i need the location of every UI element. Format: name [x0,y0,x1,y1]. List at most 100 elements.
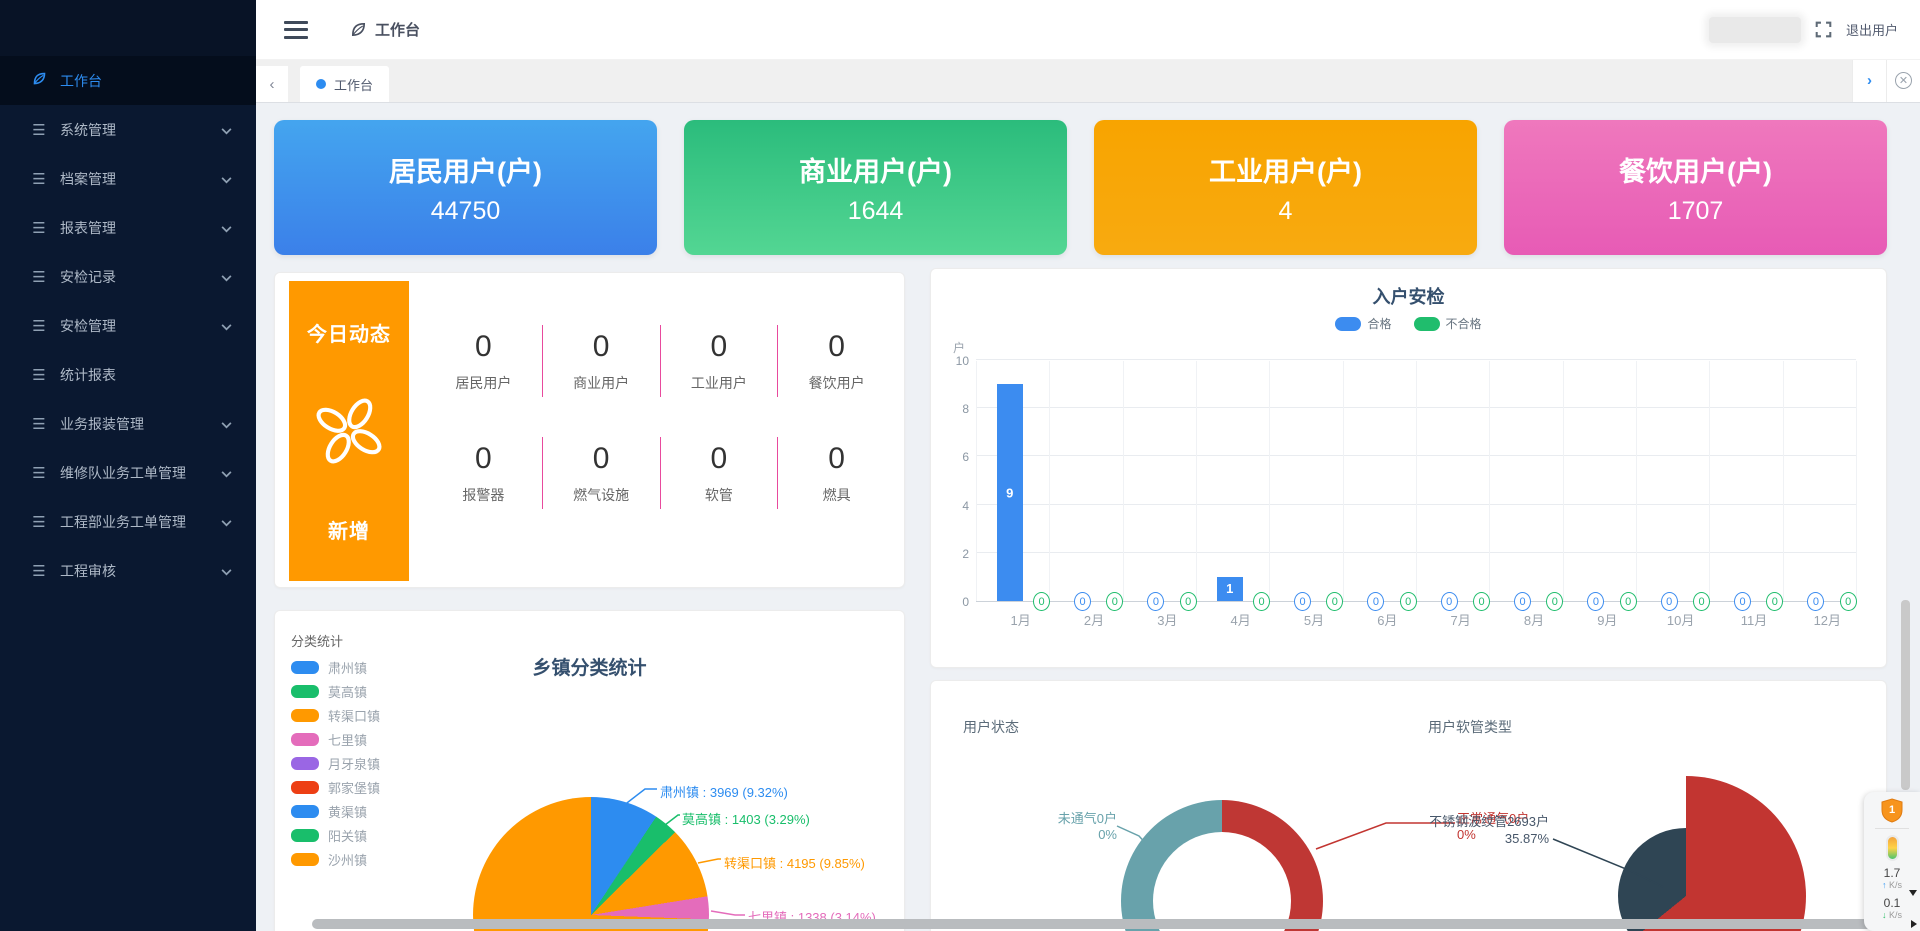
township-pie-panel: 分类统计 肃州镇莫高镇转渠口镇七里镇月牙泉镇郭家堡镇黄渠镇阳关镇沙州镇 乡镇分类… [274,610,905,931]
rose-label-steel-hose: 不锈钢波纹管2693户 35.87% [1349,813,1549,847]
sidebar-item-6[interactable]: ☰安检管理 [0,301,256,350]
pie-label: 肃州镇 : 3969 (9.32%) [660,782,788,801]
today-stat-value: 0 [828,330,845,364]
legend-item[interactable]: 不合格 [1414,315,1482,332]
gridline [1269,361,1270,601]
upload-speed: 1.7 ↑ K/s [1882,867,1902,891]
close-tabs-icon[interactable]: ✕ [1886,59,1920,102]
pie-legend-item[interactable]: 黄渠镇 [291,799,380,823]
today-stat-label: 软管 [705,485,733,505]
sidebar-item-label: 统计报表 [60,365,232,385]
zero-marker-unqualified: 0 [1620,592,1637,611]
bar-qualified: 1 [1217,577,1243,601]
legend-item[interactable]: 合格 [1335,315,1391,332]
tab-scroll-left-icon[interactable]: ‹ [256,66,288,102]
pie-legend-item[interactable]: 阳关镇 [291,823,380,847]
user-status-donut-chart: 未通气0户 0% 正常通气0户 0% [931,681,1532,931]
sidebar-item-label: 系统管理 [60,120,221,140]
pie-legend-item[interactable]: 沙州镇 [291,847,380,871]
sidebar-item-9[interactable]: ☰维修队业务工单管理 [0,448,256,497]
legend-chip [291,805,319,818]
sidebar-item-5[interactable]: ☰安检记录 [0,252,256,301]
sidebar-item-label: 报表管理 [60,218,221,238]
today-stat-item: 0居民用户 [425,322,542,400]
sidebar-item-3[interactable]: ☰档案管理 [0,154,256,203]
zero-marker-qualified: 0 [1147,592,1164,611]
pie-label: 转渠口镇 : 4195 (9.85%) [724,853,865,872]
donut-label-no-gas: 未通气0户 0% [991,811,1117,843]
today-stat-label: 燃气设施 [573,485,629,505]
today-stat-item: 0商业用户 [543,322,660,400]
widget-expand-icon[interactable] [1911,920,1917,928]
x-axis-label: 4月 [1204,610,1277,629]
gridline [1196,361,1197,601]
x-axis-label: 12月 [1791,610,1864,629]
legend-chip [291,781,319,794]
today-stat-label: 商业用户 [573,373,629,393]
sidebar-item-10[interactable]: ☰工程部业务工单管理 [0,497,256,546]
hamburger-menu-icon[interactable] [284,21,308,39]
main-content: 居民用户(户)44750商业用户(户)1644工业用户(户)4餐饮用户(户)17… [256,103,1920,931]
tab-active-dot-icon [316,79,326,89]
pie-legend-item[interactable]: 转渠口镇 [291,703,380,727]
legend-name: 不合格 [1446,315,1482,332]
username-redacted [1709,17,1801,43]
stat-card-4: 餐饮用户(户)1707 [1504,120,1887,255]
pie-legend-item[interactable]: 七里镇 [291,727,380,751]
bar-chart-legend: 合格 不合格 [931,315,1886,332]
menu-lines-icon: ☰ [28,219,50,237]
menu-lines-icon: ☰ [28,366,50,384]
sidebar-item-8[interactable]: ☰业务报装管理 [0,399,256,448]
bar-qualified: 9 [997,384,1023,601]
widget-divider [1875,828,1909,829]
tab-scroll-right-icon[interactable]: › [1852,59,1886,102]
zero-marker-unqualified: 0 [1253,592,1270,611]
sidebar-item-2[interactable]: ☰系统管理 [0,105,256,154]
stat-card-label: 工业用户(户) [1209,150,1362,189]
x-axis-label: 5月 [1277,610,1350,629]
sidebar-item-1[interactable]: 工作台 [0,56,256,105]
menu-lines-icon: ☰ [28,170,50,188]
sidebar-logo-area [0,0,256,56]
menu-lines-icon: ☰ [28,562,50,580]
fullscreen-icon[interactable] [1815,21,1832,38]
sidebar-item-4[interactable]: ☰ 报表管理 [0,203,256,252]
sidebar-item-label: 工程部业务工单管理 [60,512,221,532]
zero-marker-qualified: 0 [1074,592,1091,611]
gridline [1636,361,1637,601]
sidebar-item-11[interactable]: ☰ 工程审核 [0,546,256,595]
legend-name: 沙州镇 [328,850,367,869]
widget-collapse-icon[interactable] [1909,890,1917,896]
bar-chart-title: 入户安检 [931,283,1886,309]
gridline [976,361,977,601]
zero-marker-unqualified: 0 [1840,592,1857,611]
x-axis-label: 2月 [1057,610,1130,629]
today-stats-grid: 0居民用户0商业用户0工业用户0餐饮用户0报警器0燃气设施0软管0燃具 [425,305,895,529]
sidebar-item-label: 工程审核 [60,561,221,581]
today-stat-item: 0工业用户 [661,322,778,400]
tab-bar-right: › ✕ [1852,59,1920,102]
bar-value-label: 9 [997,485,1023,500]
sidebar-item-7[interactable]: ☰ 统计报表 [0,350,256,399]
pie-legend-item[interactable]: 郭家堡镇 [291,775,380,799]
sidebar: 工作台☰系统管理☰档案管理☰报表管理☰安检记录☰安检管理☰统计报表☰业务报装管理… [0,0,256,931]
today-stat-label: 燃具 [823,485,851,505]
legend-name: 月牙泉镇 [328,754,380,773]
horizontal-scrollbar[interactable] [312,919,1912,929]
zero-marker-qualified: 0 [1807,592,1824,611]
vertical-scrollbar-thumb[interactable] [1901,600,1910,790]
network-monitor-widget[interactable]: 1 1.7 ↑ K/s 0.1 ↓ K/s [1864,792,1920,931]
sidebar-item-label: 安检管理 [60,316,221,336]
security-shield-icon[interactable]: 1 [1880,798,1904,823]
stat-card-value: 1707 [1668,197,1724,226]
pie-legend-item[interactable]: 月牙泉镇 [291,751,380,775]
gridline [1709,361,1710,601]
zero-marker-qualified: 0 [1514,592,1531,611]
chevron-down-icon [221,220,232,236]
pie-legend-item[interactable]: 莫高镇 [291,679,380,703]
page-title-group: 工作台 [350,19,420,40]
gridline [976,359,1856,360]
tab-workbench[interactable]: 工作台 [300,66,389,102]
gridline [1416,361,1417,601]
logout-button[interactable]: 退出用户 [1846,20,1898,39]
